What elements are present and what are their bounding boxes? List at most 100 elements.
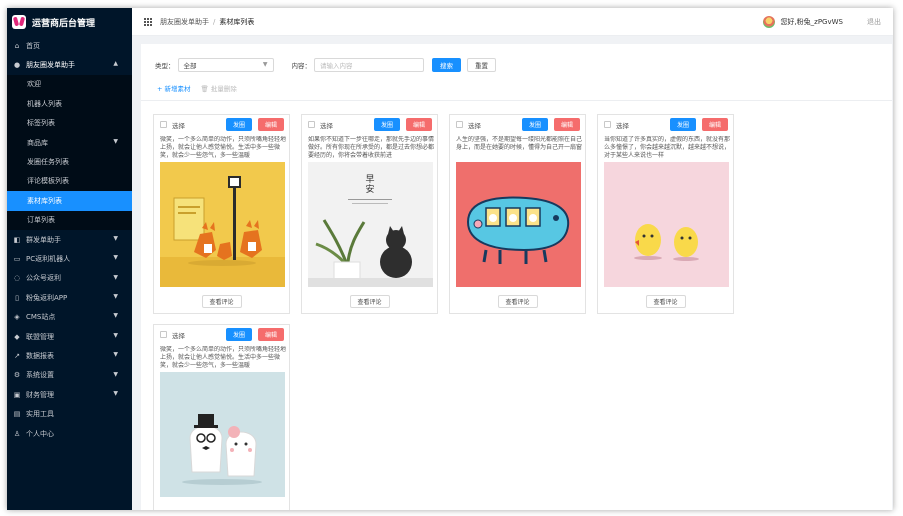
logo-icon <box>12 15 26 29</box>
view-comments-button[interactable]: 查看评论 <box>201 295 242 308</box>
sidebar-item-cms[interactable]: ◈ CMS站点 ▼ <box>7 307 132 326</box>
post-button[interactable]: 发圈 <box>670 118 697 131</box>
sidebar-item-reports[interactable]: ↗ 数据报表 ▼ <box>7 346 132 365</box>
edit-button[interactable]: 编辑 <box>258 328 285 341</box>
card-description: 当你知道了许多真实的，虚假的东西，就没有那么多憧憬了，你会越来越沉默，越来越不想… <box>604 136 730 158</box>
content-input-placeholder: 请输入内容 <box>320 62 353 70</box>
sidebar-item-label: 个人中心 <box>26 429 54 438</box>
sidebar-item-app[interactable]: ▯ 粉兔返利APP ▼ <box>7 288 132 307</box>
breadcrumb-item[interactable]: 朋友圈发单助手 <box>160 17 209 27</box>
sidebar-subitem-robot-list[interactable]: 机器人列表 <box>7 94 132 113</box>
content-input[interactable]: 请输入内容 <box>314 58 424 72</box>
chevron-down-icon: ▼ <box>113 137 118 145</box>
material-card: 选择 发圈 编辑 人生的坚强，不是期望每一缕阳光都能照在自己身上，而是在她要的时… <box>449 114 586 314</box>
post-button[interactable]: 发圈 <box>374 118 401 131</box>
card-image-plant: 早 安 <box>308 162 433 287</box>
sidebar: 运营商后台管理 ⌂ 首页 ● 朋友圈发单助手 ▲ 欢迎 机器人列表 标签列表 商… <box>7 8 132 510</box>
view-comments-button[interactable]: 查看评论 <box>349 295 390 308</box>
material-card: 选择 发圈 编辑 微笑，一个多么简单的动作，只须所嘴角轻轻地上扬，就会让他人感觉… <box>153 324 290 510</box>
sidebar-item-official-account[interactable]: ◌ 公众号返利 ▼ <box>7 269 132 288</box>
phone-icon: ▯ <box>15 293 19 302</box>
search-button[interactable]: 搜索 <box>432 58 461 72</box>
user-icon: ♙ <box>13 429 21 438</box>
edit-button[interactable]: 编辑 <box>554 118 581 131</box>
sidebar-subitem-tag-list[interactable]: 标签列表 <box>7 114 132 133</box>
filter-bar: 类型： 全部 ▼ 内容： 请输入内容 搜索 重置 <box>155 58 496 72</box>
post-button[interactable]: 发圈 <box>522 118 549 131</box>
sidebar-item-label: 联盟管理 <box>26 332 54 341</box>
select-checkbox[interactable] <box>456 121 463 128</box>
chevron-down-icon: ▼ <box>113 331 118 339</box>
sidebar-subitem-order-list[interactable]: 订单列表 <box>7 211 132 230</box>
sidebar-item-label: 标签列表 <box>27 119 55 128</box>
add-material-button[interactable]: + 新增素材 <box>157 83 191 93</box>
sidebar-subitem-material-library[interactable]: 素材库列表 <box>7 191 132 211</box>
sidebar-item-pc-robot[interactable]: ▭ PC返利机器人 ▼ <box>7 249 132 268</box>
sidebar-item-settings[interactable]: ⚙ 系统设置 ▼ <box>7 366 132 385</box>
sidebar-item-label: 欢迎 <box>27 80 41 89</box>
brand[interactable]: 运营商后台管理 <box>7 8 132 36</box>
type-select[interactable]: 全部 ▼ <box>177 58 274 72</box>
sidebar-item-moments-assistant[interactable]: ● 朋友圈发单助手 ▲ <box>7 55 132 74</box>
sidebar-item-tools[interactable]: ▤ 实用工具 <box>7 404 132 423</box>
select-checkbox[interactable] <box>160 121 167 128</box>
card-image-bus <box>456 162 581 287</box>
sidebar-item-home[interactable]: ⌂ 首页 <box>7 36 132 55</box>
sidebar-subitem-comment-templates[interactable]: 评论模板列表 <box>7 172 132 191</box>
select-checkbox[interactable] <box>160 331 167 338</box>
sidebar-item-label: 订单列表 <box>27 216 55 225</box>
home-icon: ⌂ <box>14 41 20 50</box>
breadcrumb-current: 素材库列表 <box>219 17 255 26</box>
card-description: 如果你不知道下一步往哪走，那就先手边的事情做好。所有你现在所承受的，都是过去你想… <box>308 136 434 158</box>
sidebar-item-profile[interactable]: ♙ 个人中心 <box>7 424 132 443</box>
select-label: 选择 <box>320 122 333 130</box>
chevron-down-icon: ▼ <box>113 273 118 281</box>
view-comments-button[interactable]: 查看评论 <box>497 295 538 308</box>
sidebar-subitem-welcome[interactable]: 欢迎 <box>7 75 132 94</box>
logout-link[interactable]: 退出 <box>867 17 881 27</box>
chevron-down-icon: ▼ <box>113 312 118 320</box>
select-checkbox[interactable] <box>308 121 315 128</box>
image-text-2: 安 <box>365 183 374 195</box>
post-button[interactable]: 发圈 <box>226 328 253 341</box>
main-content: 类型： 全部 ▼ 内容： 请输入内容 搜索 重置 + 新增素材 🗑︎ 批量删除 … <box>141 44 892 510</box>
header: 朋友圈发单助手 / 素材库列表 您好,粉兔_zPGvWS 退出 <box>132 8 893 36</box>
select-checkbox[interactable] <box>604 121 611 128</box>
sidebar-item-label: 数据报表 <box>26 351 54 360</box>
reset-button[interactable]: 重置 <box>467 58 496 72</box>
sidebar-item-label: 机器人列表 <box>27 99 62 108</box>
sidebar-item-label: 首页 <box>26 41 40 50</box>
sidebar-item-finance[interactable]: ▣ 财务管理 ▼ <box>7 385 132 404</box>
card-image-couple <box>160 372 285 497</box>
sidebar-subitem-post-tasks[interactable]: 发圈任务列表 <box>7 152 132 171</box>
chevron-down-icon: ▼ <box>113 370 118 378</box>
circle-icon: ● <box>13 61 21 70</box>
card-description: 微笑，一个多么简单的动作，只须所嘴角轻轻地上扬，就会让他人感觉愉悦。生活中多一些… <box>160 136 286 158</box>
card-image-foxes <box>160 162 285 287</box>
avatar <box>763 15 776 28</box>
post-button[interactable]: 发圈 <box>226 118 253 131</box>
sidebar-subitem-product-library[interactable]: 商品库 ▼ <box>7 133 132 152</box>
grid-menu-icon[interactable] <box>144 17 152 26</box>
user-greeting: 您好,粉兔_zPGvWS <box>780 17 843 26</box>
sidebar-item-group-assistant[interactable]: ◧ 群发单助手 ▼ <box>7 230 132 249</box>
finance-icon: ▣ <box>13 390 21 399</box>
sidebar-item-label: 系统设置 <box>26 371 54 380</box>
view-comments-button[interactable]: 查看评论 <box>645 295 686 308</box>
tool-icon: ▤ <box>13 410 21 419</box>
action-bar: + 新增素材 🗑︎ 批量删除 <box>157 83 237 93</box>
select-label: 选择 <box>172 332 185 340</box>
edit-button[interactable]: 编辑 <box>406 118 433 131</box>
edit-button[interactable]: 编辑 <box>258 118 285 131</box>
sidebar-item-label: 朋友圈发单助手 <box>26 61 75 70</box>
chevron-up-icon: ▲ <box>113 60 118 68</box>
content-label: 内容： <box>291 62 312 70</box>
batch-delete-button[interactable]: 🗑︎ 批量删除 <box>201 83 237 93</box>
sidebar-item-alliance[interactable]: ◆ 联盟管理 ▼ <box>7 327 132 346</box>
chevron-down-icon: ▼ <box>262 61 268 68</box>
user-info[interactable]: 您好,粉兔_zPGvWS <box>763 15 843 28</box>
edit-button[interactable]: 编辑 <box>702 118 729 131</box>
gear-icon: ⚙ <box>13 371 21 380</box>
chevron-down-icon: ▼ <box>113 254 118 262</box>
card-image-chicks <box>604 162 729 287</box>
